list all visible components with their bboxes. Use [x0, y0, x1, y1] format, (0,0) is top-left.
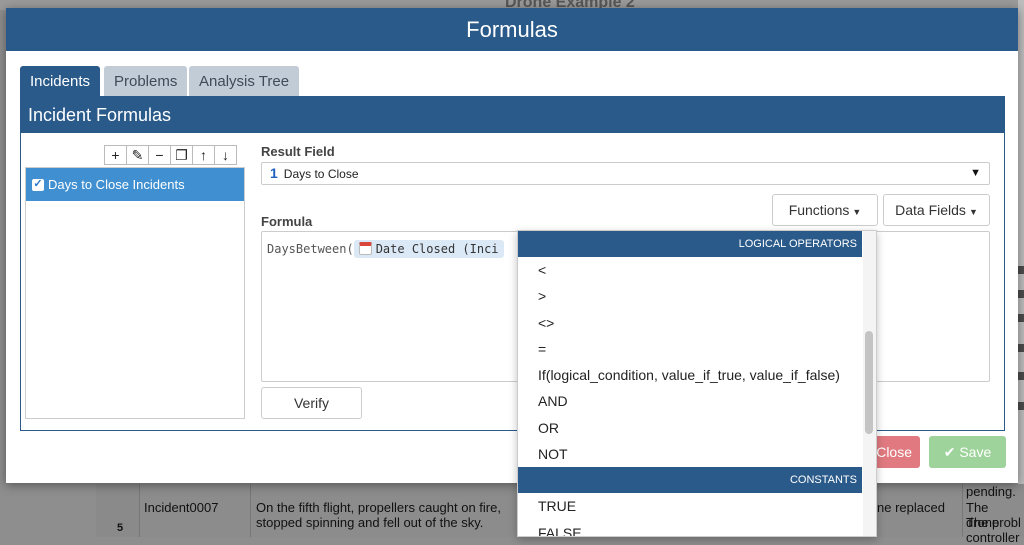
- save-button-label: Save: [959, 444, 992, 460]
- add-formula-button[interactable]: +: [104, 145, 127, 165]
- function-item-equal[interactable]: =: [518, 336, 862, 362]
- move-up-button[interactable]: ↑: [192, 145, 215, 165]
- formula-field-token[interactable]: Date Closed (Inci: [353, 240, 504, 258]
- functions-dropdown: LOGICAL OPERATORS < > <> = If(logical_co…: [517, 230, 877, 537]
- functions-button[interactable]: Functions ▼: [772, 194, 878, 226]
- result-field-value: Days to Close: [283, 167, 359, 181]
- modal-title: Formulas: [6, 8, 1018, 51]
- function-item-greater-than[interactable]: >: [518, 283, 862, 309]
- formula-text: DaysBetween(: [267, 242, 354, 256]
- chevron-down-icon: ▼: [968, 207, 978, 217]
- calendar-icon: [358, 242, 372, 255]
- background-right-edge: [1018, 0, 1024, 537]
- background-right-text-4: controller: [966, 530, 1020, 545]
- function-item-if[interactable]: If(logical_condition, value_if_true, val…: [518, 362, 862, 388]
- background-right-text-3: The probl: [966, 515, 1021, 530]
- number-type-icon: 1: [270, 165, 278, 181]
- tab-problems[interactable]: Problems: [104, 66, 188, 98]
- function-item-less-than[interactable]: <: [518, 257, 862, 283]
- dropdown-section-logical-operators: LOGICAL OPERATORS: [518, 231, 862, 257]
- background-row-fragment: ne replaced: [877, 500, 945, 515]
- edit-formula-button[interactable]: ✎: [126, 145, 149, 165]
- result-field-label: Result Field: [261, 144, 335, 159]
- formula-list-item[interactable]: ✓ Days to Close Incidents: [26, 168, 244, 201]
- formula-list-toolbar: + ✎ − ❐ ↑ ↓: [104, 145, 237, 165]
- function-item-true[interactable]: TRUE: [518, 493, 862, 519]
- remove-formula-button[interactable]: −: [148, 145, 171, 165]
- tab-analysis-tree[interactable]: Analysis Tree: [189, 66, 300, 98]
- background-row-id: Incident0007: [144, 500, 219, 515]
- background-row-number: 5: [117, 522, 124, 534]
- dropdown-scrollbar[interactable]: [863, 231, 876, 536]
- function-item-not[interactable]: NOT: [518, 441, 862, 467]
- check-icon: ✔: [943, 444, 956, 460]
- background-right-text-1: pending.: [966, 484, 1016, 499]
- copy-formula-button[interactable]: ❐: [170, 145, 193, 165]
- dropdown-caret-icon: ▼: [970, 167, 981, 179]
- function-item-false[interactable]: FALSE: [518, 520, 862, 536]
- function-item-and[interactable]: AND: [518, 388, 862, 414]
- data-fields-button-label: Data Fields: [895, 202, 966, 218]
- formula-label: Formula: [261, 214, 313, 229]
- result-field-select[interactable]: 1 Days to Close ▼: [261, 162, 990, 185]
- dropdown-scrollbar-thumb[interactable]: [865, 331, 873, 434]
- close-button[interactable]: Close: [872, 436, 920, 468]
- functions-button-label: Functions: [788, 202, 850, 218]
- panel-title: Incident Formulas: [21, 97, 1004, 133]
- dropdown-section-constants: CONSTANTS: [518, 467, 862, 494]
- checkbox-icon[interactable]: ✓: [32, 178, 44, 191]
- formula-list: ✓ Days to Close Incidents: [25, 167, 245, 419]
- function-item-or[interactable]: OR: [518, 415, 862, 441]
- background-row-description-2: stopped spinning and fell out of the sky…: [256, 515, 484, 530]
- chevron-down-icon: ▼: [852, 207, 862, 217]
- data-fields-button[interactable]: Data Fields ▼: [883, 194, 990, 226]
- move-down-button[interactable]: ↓: [214, 145, 237, 165]
- formula-list-item-label: Days to Close Incidents: [48, 177, 185, 192]
- formula-field-token-label: Date Closed (Inci: [375, 242, 499, 256]
- background-row-description-1: On the fifth flight, propellers caught o…: [256, 500, 501, 515]
- verify-button[interactable]: Verify: [261, 387, 362, 419]
- tab-incidents[interactable]: Incidents: [20, 66, 100, 98]
- function-item-not-equal[interactable]: <>: [518, 310, 862, 336]
- save-button[interactable]: ✔ Save: [929, 436, 1006, 468]
